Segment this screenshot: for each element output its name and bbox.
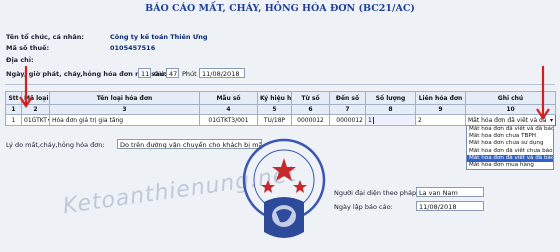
dropdown-option[interactable]: Mất hóa đơn đã viết và đã báo cáo (467, 126, 553, 133)
note-select[interactable]: Mất hóa đơn đã viết và đã báo ▾ (465, 114, 556, 126)
col-num: 10 (465, 104, 556, 115)
org-name-value: Công ty kế toán Thiên Ưng (110, 33, 208, 41)
tax-code-label: Mã số thuế: (6, 44, 50, 52)
header-form: Mẫu số (199, 91, 258, 105)
address-label: Địa chỉ: (6, 56, 34, 64)
note-dropdown-list[interactable]: Mất hóa đơn đã viết và đã báo cáo Mất hó… (466, 125, 554, 171)
col-num: 5 (257, 104, 292, 115)
company-seal-logo (242, 138, 326, 238)
dropdown-option[interactable]: Mất hóa đơn đã viết chưa báo cáo (467, 148, 553, 155)
header-code: Mã loại hóa đơn (21, 91, 50, 105)
org-name-label: Tên tổ chức, cá nhân: (6, 33, 84, 41)
cell-symbol[interactable]: TU/18P (257, 114, 292, 126)
header-to: Đến số (329, 91, 366, 105)
incident-hour-input[interactable]: 11 (138, 68, 151, 78)
col-num: 3 (49, 104, 200, 115)
col-num: 2 (21, 104, 50, 115)
report-title: BÁO CÁO MẤT, CHÁY, HỎNG HÓA ĐƠN (BC21/AC… (145, 3, 415, 14)
header-note: Ghi chú (465, 91, 556, 105)
cell-copy[interactable]: 2 (415, 114, 466, 126)
cell-name[interactable]: Hóa đơn giá trị gia tăng (49, 114, 200, 126)
dropdown-option-selected[interactable]: Mất hóa đơn đã viết và đã báo cáo (467, 154, 553, 162)
cell-stt: 1 (5, 114, 22, 126)
qty-value: 1 (368, 116, 372, 124)
incident-minute-input[interactable]: 47 (166, 68, 179, 78)
cell-from[interactable]: 0000012 (291, 114, 330, 126)
text-cursor (372, 116, 374, 124)
note-select-value: Mất hóa đơn đã viết và đã báo (468, 116, 546, 124)
col-num: 6 (291, 104, 330, 115)
chevron-down-icon[interactable]: ▾ (550, 117, 553, 124)
cell-code[interactable]: 01GTKT▾ (21, 114, 50, 126)
incident-date-input[interactable]: 11/08/2018 (199, 68, 245, 78)
cell-form[interactable]: 01GTKT3/001 (199, 114, 258, 126)
tax-code-value: 0105457516 (110, 44, 156, 52)
report-date-input[interactable]: 11/08/2018 (416, 201, 484, 211)
minute-label: Phút (182, 70, 197, 78)
legal-rep-input[interactable]: La van Nam (416, 187, 484, 197)
header-qty: Số lượng (365, 91, 416, 105)
col-num: 4 (199, 104, 258, 115)
header-copy: Liên hóa đơn (415, 91, 466, 105)
col-num: 8 (365, 104, 416, 115)
col-num: 7 (329, 104, 366, 115)
col-num: 9 (415, 104, 466, 115)
table-row: 1 01GTKT▾ Hóa đơn giá trị gia tăng 01GTK… (5, 114, 556, 126)
header-symbol: Ký hiệu hóa đơn (257, 91, 292, 105)
dropdown-option[interactable]: Mất hóa đơn mua hàng (467, 162, 553, 169)
code-select-value: 01GTKT (24, 116, 47, 124)
report-date-label: Ngày lập báo cáo: (334, 203, 393, 211)
col-num: 1 (5, 104, 22, 115)
header-stt: Stt (5, 91, 22, 105)
cell-to[interactable]: 0000012 (329, 114, 366, 126)
dropdown-option[interactable]: Mất hóa đơn chưa TBPH (467, 133, 553, 140)
hour-label: Giờ (154, 70, 165, 78)
header-name: Tên loại hóa đơn (49, 91, 200, 105)
dropdown-option[interactable]: Mất hóa đơn chưa sử dụng (467, 140, 553, 147)
reason-label: Lý do mất,cháy,hỏng hóa đơn: (6, 141, 105, 149)
header-from: Từ số (291, 91, 330, 105)
invoice-table: Stt Mã loại hóa đơn Tên loại hóa đơn Mẫu… (5, 91, 556, 126)
separator (5, 84, 555, 85)
cell-qty[interactable]: 1 (365, 114, 416, 126)
